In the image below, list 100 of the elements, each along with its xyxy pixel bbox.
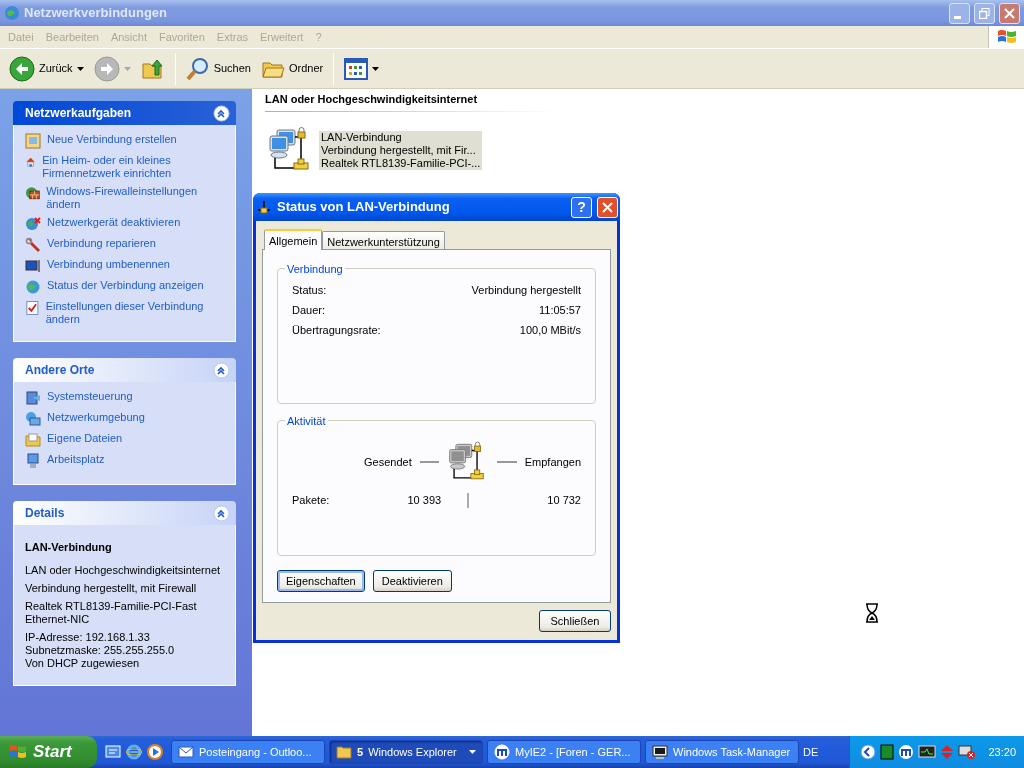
field-value: 11:05:57 (539, 304, 581, 317)
caret-icon (372, 66, 380, 71)
close-icon (602, 201, 613, 213)
brick-wall-icon (25, 185, 41, 201)
monitor-icon (652, 744, 668, 760)
field-value: 100,0 MBit/s (519, 324, 581, 337)
search-button[interactable]: Suchen (182, 54, 254, 83)
search-icon (185, 56, 210, 81)
sidebar-link[interactable]: Neue Verbindung erstellen (47, 133, 177, 146)
details-text: Von DHCP zugewiesen (25, 656, 141, 670)
globe-x-icon (25, 216, 41, 232)
caret-icon (469, 750, 476, 754)
sidebar-link[interactable]: Arbeitsplatz (47, 453, 105, 466)
tab[interactable]: Allgemein (264, 229, 323, 250)
field-label: Status: (292, 284, 327, 297)
chevron-up-icon (213, 361, 230, 379)
close-dialog-button[interactable]: Schließen (539, 610, 611, 632)
help-button[interactable]: ? (571, 196, 592, 218)
sidebar-link[interactable]: Verbindung umbenennen (47, 258, 170, 271)
field-label: Pakete: (292, 493, 330, 508)
quick-launch-button[interactable] (126, 744, 142, 760)
maximize-button[interactable] (974, 2, 995, 24)
details-text: LAN oder Hochgeschwindigkeitsinternet (25, 563, 222, 577)
wrench-icon (25, 237, 41, 253)
details-text: Subnetzmaske: 255.255.255.0 (25, 643, 176, 657)
close-icon (1004, 7, 1015, 19)
taskbar-button[interactable]: Windows Task-Manager (645, 740, 799, 764)
up-down-arrows-icon (940, 744, 955, 760)
network-plug-icon (256, 199, 272, 215)
folder-icon (336, 744, 352, 760)
minimize-icon (954, 15, 961, 19)
mail-icon (178, 744, 194, 760)
browser-e-icon (126, 744, 142, 760)
sidebar-link[interactable]: Verbindung reparieren (47, 237, 156, 250)
start-button[interactable]: Start (0, 736, 97, 768)
views-grid-icon (344, 57, 369, 80)
received-count: 10 732 (547, 493, 581, 508)
hourglass-cursor-icon (865, 603, 879, 623)
monitor-icon (918, 744, 937, 760)
details-heading: LAN-Verbindung (25, 540, 113, 555)
folder-icon (25, 432, 41, 448)
caret-icon (76, 66, 84, 71)
details-text: Realtek RTL8139-Familie-PCI-Fast Ethernet-NIC (25, 599, 198, 626)
computer-icon (25, 453, 41, 469)
quick-launch-button[interactable] (105, 744, 121, 760)
network-connections-icon (4, 5, 20, 21)
sent-count: 10 393 (407, 493, 442, 508)
sidebar-link[interactable]: Ein Heim- oder ein kleines Firmennetzwerk einrichten (42, 154, 225, 180)
network-x-icon (958, 744, 977, 760)
dialog-title: Status von LAN-Verbindung (277, 198, 451, 217)
flag-icon (995, 28, 1018, 46)
taskbar-button[interactable]: Posteingang - Outloo... (171, 740, 325, 764)
dialog-button[interactable]: Deaktivieren (372, 570, 452, 592)
checklist-icon (25, 300, 40, 316)
sidebar-link[interactable]: Eigene Dateien (47, 432, 123, 445)
sidebar-link[interactable]: Einstellungen dieser Verbindung ändern (45, 300, 225, 326)
chevron-up-icon (213, 104, 230, 122)
window-icon (25, 133, 41, 149)
sidebar-link[interactable]: Netzwerkgerät deaktivieren (47, 216, 181, 229)
group-heading: LAN oder Hochgeschwindigkeitsinternet (265, 91, 555, 112)
close-button[interactable] (999, 2, 1020, 24)
taskbar-button[interactable]: MyIE2 - [Foren - GER... (487, 740, 641, 764)
globe-icon (25, 279, 41, 295)
play-icon (147, 744, 163, 760)
sidebar-link[interactable]: Netzwerkumgebung (47, 411, 145, 424)
sidebar-link[interactable]: Windows-Firewalleinstellungen ändern (46, 185, 225, 211)
panel-title: Andere Orte (25, 362, 95, 379)
field-label: Dauer: (292, 304, 326, 317)
browser-icon (898, 744, 915, 760)
desktop-icon (105, 744, 121, 760)
received-label: Empfangen (524, 454, 581, 470)
panel-title: Details (25, 505, 65, 522)
browser-icon (494, 744, 510, 760)
collapse-button[interactable] (213, 361, 230, 379)
minimize-button[interactable] (949, 2, 970, 24)
taskbar-button[interactable]: 5 Windows Explorer (329, 740, 483, 764)
sent-label: Gesendet (364, 454, 412, 470)
tab[interactable]: Netzwerkunterstützung (322, 231, 445, 249)
panel-title: Netzwerkaufgaben (25, 105, 132, 122)
field-value: Verbindung hergestellt (471, 284, 581, 297)
details-text: IP-Adresse: 192.168.1.33 (25, 630, 151, 644)
collapse-button[interactable] (213, 104, 230, 122)
caret-icon (123, 66, 131, 71)
dialog-button[interactable]: Eigenschaften (277, 570, 365, 592)
sidebar-link[interactable]: Systemsteuerung (47, 390, 133, 403)
details-text: Verbindung hergestellt, mit Firewall (25, 581, 198, 595)
back-button[interactable]: Zurück (6, 53, 87, 84)
flag-icon (8, 743, 28, 761)
language-indicator[interactable]: DE (803, 743, 819, 761)
connection-item-label[interactable]: LAN-Verbindung Verbindung hergestellt, mit Fir... Realtek RTL8139-Familie-PCI-... (319, 130, 483, 170)
field-label: Übertragungsrate: (292, 324, 381, 337)
restore-icon (979, 7, 990, 19)
chevron-up-icon (213, 504, 230, 522)
window-title: Netzwerkverbindungen (24, 4, 168, 23)
quick-launch-button[interactable] (147, 744, 163, 760)
folders-button[interactable]: Ordner (257, 54, 327, 83)
clock[interactable]: 23:20 (988, 743, 1016, 761)
collapse-button[interactable] (213, 504, 230, 522)
sidebar-link[interactable]: Status der Verbindung anzeigen (47, 279, 204, 292)
tray-expand-icon (860, 744, 877, 760)
